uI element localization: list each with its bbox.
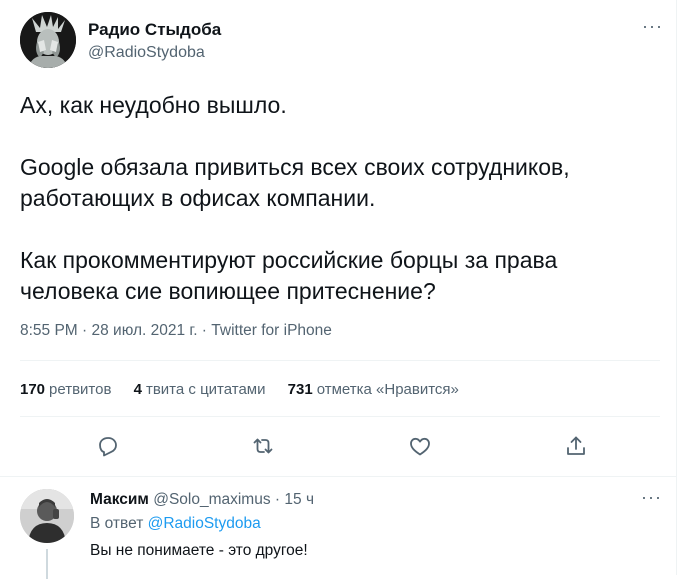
tweet-actions (20, 428, 660, 464)
retweet-button[interactable] (245, 428, 281, 464)
more-options-icon[interactable]: ··· (642, 17, 662, 35)
tweet-paragraph: Ах, как неудобно вышло. (20, 92, 287, 118)
likes-label: отметка «Нравится» (316, 381, 459, 398)
likes-stat[interactable]: 731 отметка «Нравится» (288, 381, 459, 398)
divider (20, 360, 660, 361)
reply-author-name[interactable]: Максим (90, 491, 149, 508)
statue-of-liberty-avatar-icon (20, 12, 76, 68)
share-button[interactable] (558, 428, 594, 464)
reply-more-options-icon[interactable]: ··· (641, 488, 662, 506)
replying-to-prefix: В ответ (90, 515, 144, 532)
tweet-paragraph: Google обязала привиться всех своих сотр… (20, 154, 570, 211)
retweets-label: ретвитов (49, 381, 112, 398)
tweet-paragraph: Как прокомментируют российские борцы за … (20, 247, 558, 304)
reply-time[interactable]: 15 ч (284, 491, 314, 508)
person-avatar-icon (20, 489, 74, 543)
author-handle[interactable]: @RadioStydoba (88, 44, 205, 62)
reply-tweet[interactable]: Максим @Solo_maximus · 15 ч ··· В ответ … (20, 488, 666, 579)
tweet-text: Ах, как неудобно вышло. Google обязала п… (20, 90, 660, 307)
quotes-count: 4 (133, 381, 142, 398)
quotes-stat[interactable]: 4 твита с цитатами (134, 381, 266, 398)
tweet-detail: Радио Стыдоба @RadioStydoba ··· Ах, как … (0, 0, 677, 579)
retweet-icon (253, 438, 273, 454)
retweets-count: 170 (20, 381, 46, 398)
author-avatar[interactable] (20, 12, 76, 68)
separator-dot: · (274, 491, 281, 508)
tweet-header: Радио Стыдоба @RadioStydoba ··· (20, 12, 666, 68)
share-icon (567, 436, 585, 455)
tweet-stats: 170 ретвитов 4 твита с цитатами 731 отметка… (20, 381, 477, 398)
quotes-label: твита с цитатами (145, 381, 266, 398)
reply-author-avatar[interactable] (20, 489, 74, 543)
reply-text: Вы не понимаете - это другое! (90, 542, 308, 559)
divider (20, 416, 660, 417)
tweet-timestamp[interactable]: 8:55 PM · 28 июл. 2021 г. · Twitter for … (20, 322, 332, 340)
reply-author-handle[interactable]: @Solo_maximus (153, 491, 270, 508)
likes-count: 731 (287, 381, 313, 398)
retweets-stat[interactable]: 170 ретвитов (20, 381, 111, 398)
like-button[interactable] (402, 428, 438, 464)
author-name[interactable]: Радио Стыдоба (88, 20, 221, 40)
replying-to: В ответ @RadioStydoba (90, 515, 261, 533)
reply-icon (99, 437, 117, 457)
replying-to-handle-link[interactable]: @RadioStydoba (148, 515, 261, 532)
reply-header: Максим @Solo_maximus · 15 ч (90, 491, 314, 509)
divider (0, 476, 676, 477)
reply-button[interactable] (90, 428, 126, 464)
like-icon (410, 437, 430, 456)
